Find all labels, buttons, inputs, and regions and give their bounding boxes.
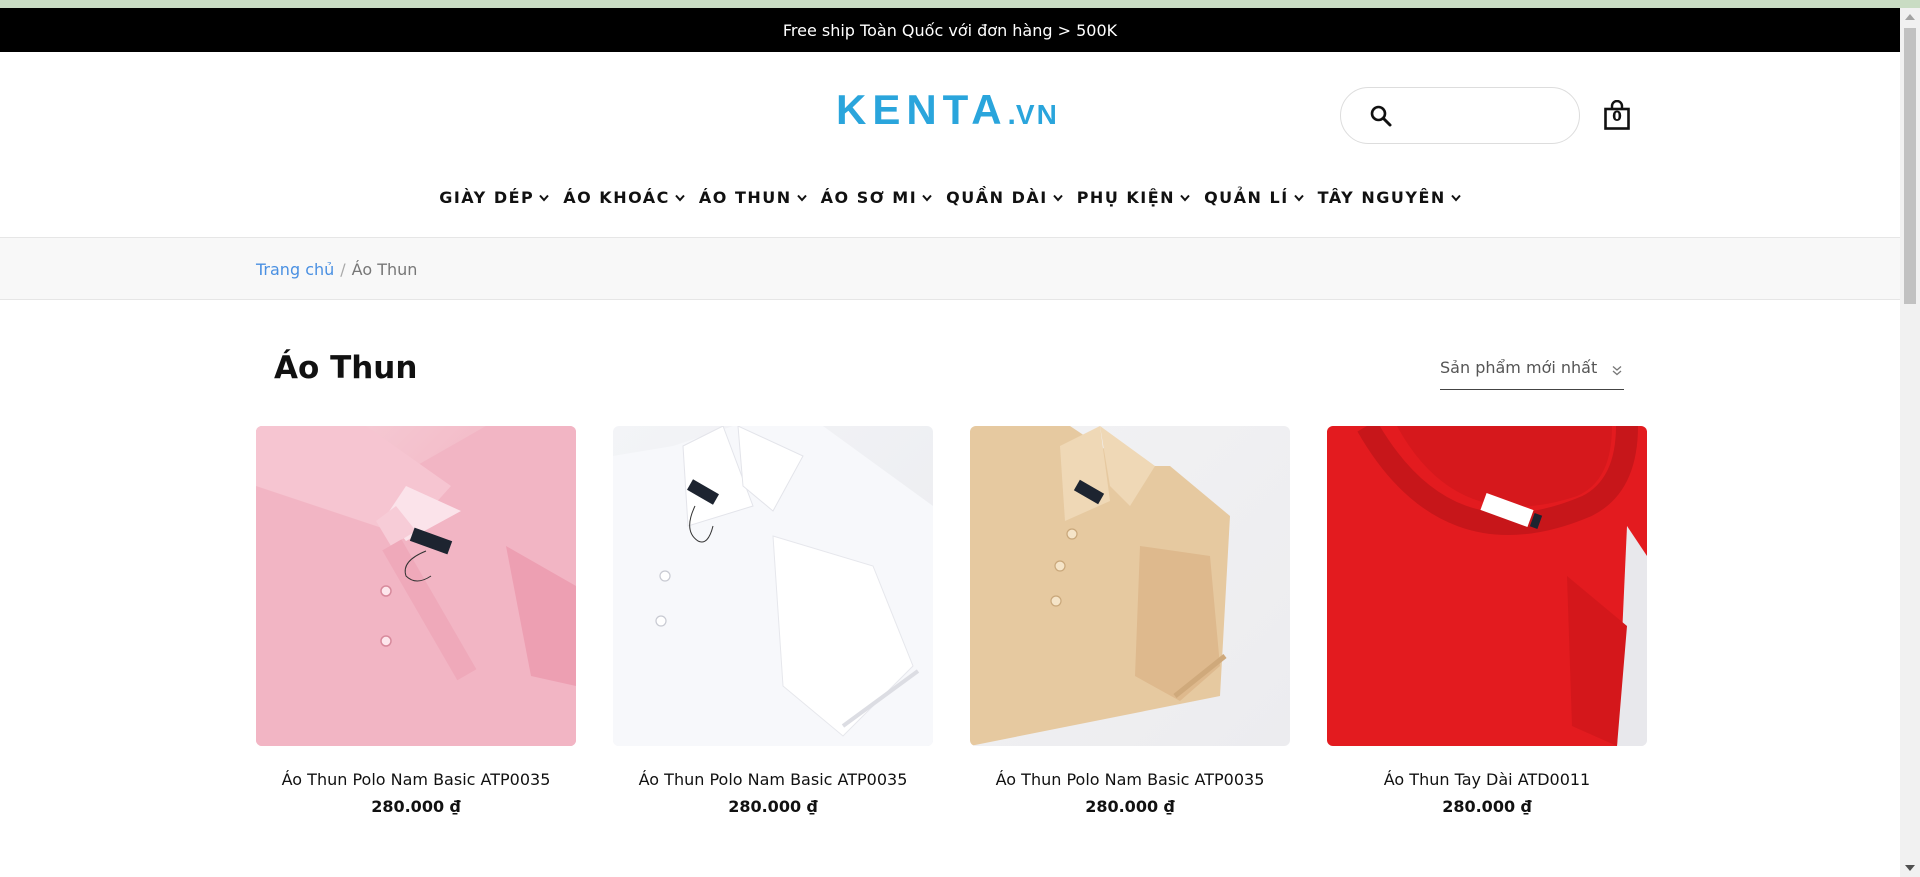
beige-polo-shirt-illustration — [970, 426, 1230, 746]
nav-item-label: QUẦN DÀI — [946, 188, 1048, 207]
product-name[interactable]: Áo Thun Polo Nam Basic ATP0035 — [996, 770, 1265, 789]
chevron-down-icon — [1180, 194, 1190, 202]
nav-item-ao-thun[interactable]: ÁO THUN — [699, 188, 807, 207]
logo-main-text: KENTA — [836, 86, 1008, 133]
nav-item-label: QUẢN LÍ — [1204, 188, 1289, 207]
product-image[interactable] — [1327, 426, 1647, 746]
breadcrumb-separator: / — [340, 260, 346, 279]
breadcrumb-current: Áo Thun — [351, 260, 418, 279]
main-navigation: GIÀY DÉP ÁO KHOÁC ÁO THUN ÁO SƠ MI QUẦN … — [0, 188, 1900, 207]
product-image[interactable] — [613, 426, 933, 746]
chevron-down-icon — [1293, 194, 1304, 202]
nav-item-quan-dai[interactable]: QUẦN DÀI — [946, 188, 1063, 207]
page-scrollbar[interactable] — [1900, 8, 1920, 877]
breadcrumb-bar: Trang chủ / Áo Thun — [0, 238, 1900, 300]
site-logo[interactable]: KENTA . VN — [836, 86, 1059, 133]
cart-count-badge: 0 — [1612, 109, 1622, 125]
product-card[interactable]: Áo Thun Polo Nam Basic ATP0035 280.000 ₫ — [613, 426, 933, 816]
cart-button[interactable]: 0 — [1604, 99, 1630, 130]
product-grid: Áo Thun Polo Nam Basic ATP0035 280.000 ₫… — [256, 426, 1647, 816]
product-price: 280.000 ₫ — [1442, 797, 1532, 816]
chevron-down-icon — [1052, 194, 1063, 202]
red-long-sleeve-tee-illustration — [1327, 426, 1647, 746]
product-image[interactable] — [970, 426, 1290, 746]
nav-item-label: ÁO KHOÁC — [563, 188, 670, 207]
scrollbar-thumb[interactable] — [1904, 28, 1916, 304]
announcement-text: Free ship Toàn Quốc với đơn hàng > 500K — [782, 20, 1118, 40]
logo-dot: . — [1007, 98, 1016, 131]
nav-item-quan-li[interactable]: QUẢN LÍ — [1204, 188, 1304, 207]
product-name[interactable]: Áo Thun Tay Dài ATD0011 — [1384, 770, 1590, 789]
product-image[interactable] — [256, 426, 576, 746]
breadcrumb: Trang chủ / Áo Thun — [256, 260, 417, 279]
nav-item-ao-so-mi[interactable]: ÁO SƠ MI — [821, 188, 933, 207]
chevron-down-icon — [1451, 194, 1461, 202]
chevron-down-icon — [922, 194, 932, 202]
logo-suffix: VN — [1015, 99, 1059, 130]
top-color-strip — [0, 0, 1920, 8]
search-icon[interactable] — [1369, 104, 1393, 128]
nav-item-label: ÁO THUN — [698, 188, 792, 207]
product-name[interactable]: Áo Thun Polo Nam Basic ATP0035 — [282, 770, 551, 789]
product-price: 280.000 ₫ — [1085, 797, 1175, 816]
announcement-bar: Free ship Toàn Quốc với đơn hàng > 500K — [0, 8, 1900, 52]
product-card[interactable]: Áo Thun Polo Nam Basic ATP0035 280.000 ₫ — [970, 426, 1290, 816]
breadcrumb-home-link[interactable]: Trang chủ — [256, 260, 334, 279]
search-input[interactable] — [1403, 106, 1553, 125]
nav-item-label: GIÀY DÉP — [439, 188, 535, 207]
scroll-up-arrow-icon[interactable] — [1905, 14, 1915, 20]
nav-item-label: TÂY NGUYÊN — [1317, 188, 1446, 207]
chevron-down-icon — [539, 194, 549, 202]
product-price: 280.000 ₫ — [371, 797, 461, 816]
chevron-down-icon — [675, 194, 685, 202]
nav-item-phu-kien[interactable]: PHỤ KIỆN — [1077, 188, 1190, 207]
page-title: Áo Thun — [274, 350, 418, 386]
nav-item-giay-dep[interactable]: GIÀY DÉP — [439, 188, 549, 207]
nav-item-tay-nguyen[interactable]: TÂY NGUYÊN — [1318, 188, 1461, 207]
double-chevron-down-icon — [1612, 366, 1622, 376]
pink-polo-shirt-illustration — [256, 426, 576, 746]
product-price: 280.000 ₫ — [728, 797, 818, 816]
product-name[interactable]: Áo Thun Polo Nam Basic ATP0035 — [639, 770, 908, 789]
nav-item-label: ÁO SƠ MI — [820, 188, 918, 207]
white-polo-shirt-illustration — [613, 426, 933, 746]
sort-selected-value: Sản phẩm mới nhất — [1440, 358, 1598, 377]
product-card[interactable]: Áo Thun Polo Nam Basic ATP0035 280.000 ₫ — [256, 426, 576, 816]
chevron-down-icon — [796, 194, 807, 202]
scroll-down-arrow-icon[interactable] — [1905, 865, 1915, 871]
search-box[interactable] — [1340, 87, 1580, 144]
product-card[interactable]: Áo Thun Tay Dài ATD0011 280.000 ₫ — [1327, 426, 1647, 816]
nav-item-ao-khoac[interactable]: ÁO KHOÁC — [563, 188, 685, 207]
sort-dropdown[interactable]: Sản phẩm mới nhất — [1440, 358, 1624, 390]
nav-item-label: PHỤ KIỆN — [1076, 188, 1176, 207]
